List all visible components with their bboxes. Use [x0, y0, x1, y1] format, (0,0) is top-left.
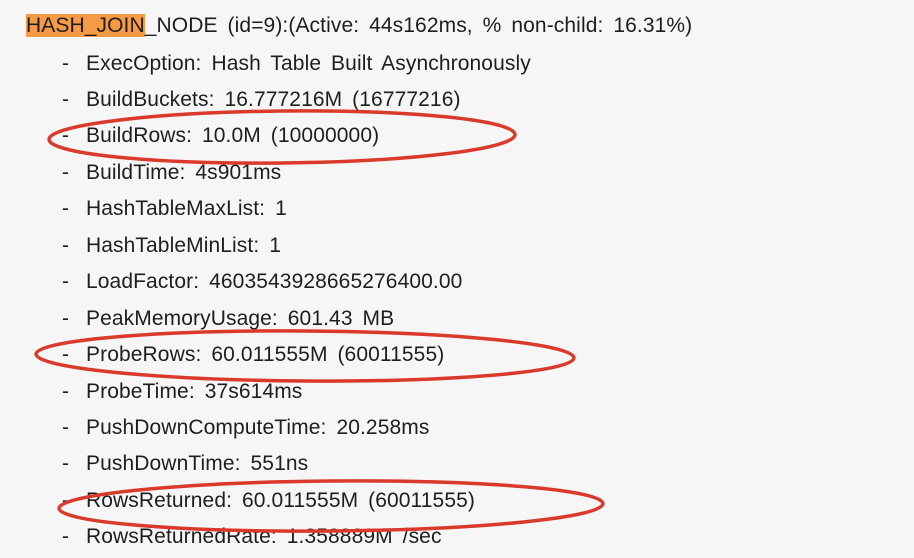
node-header: HASH_JOIN_NODE (id=9):(Active: 44s162ms,…: [26, 10, 692, 42]
metric-label: HashTableMinList:: [86, 234, 260, 257]
metric-label: RowsReturnedRate:: [86, 525, 277, 548]
bullet-dash: -: [62, 343, 70, 366]
metric-label: ProbeRows:: [86, 343, 202, 366]
metric-value: 4603543928665276400.00: [209, 270, 463, 293]
metric-value: 1: [275, 197, 287, 220]
metric-row-hash-table-min-list: - HashTableMinList: 1: [62, 228, 281, 264]
metric-row-probe-time: - ProbeTime: 37s614ms: [62, 374, 302, 410]
metric-row-build-buckets: - BuildBuckets: 16.777216M (16777216): [62, 82, 461, 118]
bullet-dash: -: [62, 161, 70, 184]
metric-label: PushDownComputeTime:: [86, 416, 327, 439]
metric-label: BuildRows:: [86, 124, 193, 147]
metric-value: 20.258ms: [336, 416, 430, 439]
metric-value: 16.777216M (16777216): [224, 88, 461, 111]
metric-label: PushDownTime:: [86, 452, 241, 475]
metric-value: 1.358889M /sec: [286, 525, 442, 548]
metric-value: Hash Table Built Asynchronously: [211, 52, 531, 75]
metric-row-hash-table-max-list: - HashTableMaxList: 1: [62, 191, 287, 227]
metric-value: 60.011555M (60011555): [241, 489, 475, 512]
metric-value: 601.43 MB: [287, 307, 395, 330]
metric-label: BuildBuckets:: [86, 88, 215, 111]
metric-label: ExecOption:: [86, 52, 202, 75]
bullet-dash: -: [62, 52, 70, 75]
bullet-dash: -: [62, 452, 70, 475]
bullet-dash: -: [62, 270, 70, 293]
metric-label: RowsReturned:: [86, 489, 233, 512]
metric-row-build-rows: - BuildRows: 10.0M (10000000): [62, 118, 379, 154]
metric-value: 1: [269, 234, 281, 257]
metric-row-exec-option: - ExecOption: Hash Table Built Asynchrono…: [62, 46, 531, 82]
profile-panel: HASH_JOIN_NODE (id=9):(Active: 44s162ms,…: [0, 0, 914, 558]
metric-row-load-factor: - LoadFactor: 4603543928665276400.00: [62, 264, 462, 300]
metric-row-rows-returned-rate: - RowsReturnedRate: 1.358889M /sec: [62, 519, 442, 555]
bullet-dash: -: [62, 416, 70, 439]
bullet-dash: -: [62, 124, 70, 147]
metric-row-peak-memory-usage: - PeakMemoryUsage: 601.43 MB: [62, 301, 394, 337]
bullet-dash: -: [62, 380, 70, 403]
node-type-highlight: HASH_JOIN: [26, 14, 145, 37]
metric-label: HashTableMaxList:: [86, 197, 266, 220]
metric-label: LoadFactor:: [86, 270, 200, 293]
metric-row-probe-rows: - ProbeRows: 60.011555M (60011555): [62, 337, 444, 373]
metric-row-push-down-compute-time: - PushDownComputeTime: 20.258ms: [62, 410, 429, 446]
bullet-dash: -: [62, 489, 70, 512]
metric-row-push-down-time: - PushDownTime: 551ns: [62, 446, 308, 482]
metric-label: BuildTime:: [86, 161, 186, 184]
metric-row-build-time: - BuildTime: 4s901ms: [62, 155, 281, 191]
metric-value: 60.011555M (60011555): [211, 343, 445, 366]
bullet-dash: -: [62, 525, 70, 548]
metric-label: PeakMemoryUsage:: [86, 307, 278, 330]
metric-value: 10.0M (10000000): [201, 124, 380, 147]
bullet-dash: -: [62, 307, 70, 330]
metric-row-rows-returned: - RowsReturned: 60.011555M (60011555): [62, 483, 475, 519]
metric-value: 551ns: [250, 452, 309, 475]
node-header-details: _NODE (id=9):(Active: 44s162ms, % non-ch…: [144, 14, 693, 37]
metric-value: 4s901ms: [195, 161, 282, 184]
metric-value: 37s614ms: [204, 380, 303, 403]
metric-label: ProbeTime:: [86, 380, 195, 403]
bullet-dash: -: [62, 197, 70, 220]
bullet-dash: -: [62, 234, 70, 257]
bullet-dash: -: [62, 88, 70, 111]
